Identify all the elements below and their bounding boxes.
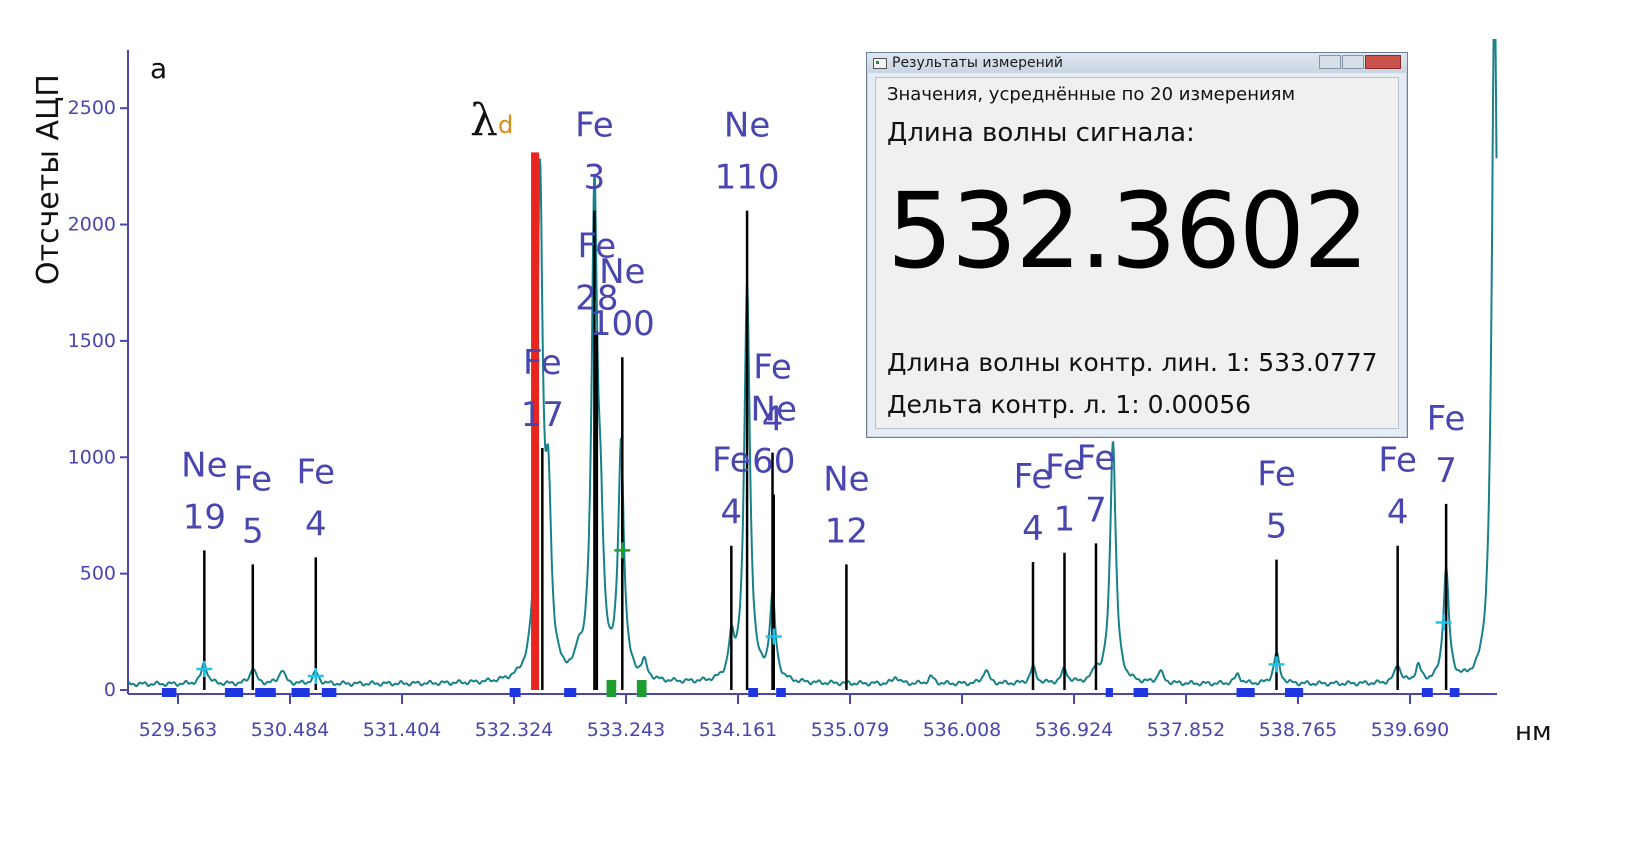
y-tick-label: 1000 bbox=[68, 446, 116, 468]
x-unit-label: нм bbox=[1515, 717, 1552, 747]
peak-marker bbox=[1268, 656, 1285, 673]
green-band bbox=[636, 680, 647, 697]
baseline-band bbox=[161, 688, 177, 697]
baseline-band bbox=[776, 688, 786, 697]
reference-element-label: Fe bbox=[1427, 399, 1466, 439]
y-axis-label: Отсчеты АЦП bbox=[31, 74, 66, 285]
baseline-band bbox=[1133, 688, 1149, 697]
reference-intensity-label: 7 bbox=[1435, 451, 1457, 491]
lambda-subscript: d bbox=[498, 111, 513, 139]
dialog-title: Результаты измерений bbox=[892, 55, 1063, 71]
reference-element-label: Ne bbox=[181, 445, 227, 485]
dialog-body: Значения, усреднённые по 20 измерениям Д… bbox=[875, 77, 1399, 429]
x-tick-label: 532.324 bbox=[475, 719, 554, 741]
baseline-band bbox=[255, 688, 276, 697]
reference-element-label: Fe bbox=[233, 459, 272, 499]
reference-element-label: Fe bbox=[1378, 441, 1417, 481]
x-tick-label: 535.079 bbox=[811, 719, 890, 741]
close-button[interactable] bbox=[1365, 55, 1401, 69]
reference-element-label: Fe bbox=[753, 348, 792, 388]
y-tick-label: 2500 bbox=[68, 97, 116, 119]
reference-element-label: Fe bbox=[523, 343, 562, 383]
minimize-button[interactable] bbox=[1319, 55, 1341, 69]
maximize-button[interactable] bbox=[1342, 55, 1364, 69]
reference-intensity-label: 12 bbox=[825, 511, 868, 551]
reference-element-label: Fe bbox=[575, 106, 614, 146]
x-tick-label: 529.563 bbox=[139, 719, 218, 741]
control-line-delta: Дельта контр. л. 1: 0.00056 bbox=[887, 390, 1252, 419]
reference-intensity-label: 5 bbox=[242, 511, 264, 551]
x-tick-label: 530.484 bbox=[251, 719, 330, 741]
reference-intensity-label: 4 bbox=[305, 504, 327, 544]
reference-intensity-label: 4 bbox=[762, 400, 784, 440]
panel-letter: a bbox=[150, 52, 167, 85]
baseline-band bbox=[1284, 688, 1304, 697]
reference-intensity-label: 4 bbox=[1387, 493, 1409, 533]
reference-intensity-label: 4 bbox=[721, 493, 743, 533]
reference-intensity-label: 3 bbox=[584, 158, 606, 198]
baseline-band bbox=[1421, 688, 1433, 697]
reference-intensity-label: 1 bbox=[1054, 500, 1076, 540]
baseline-band bbox=[509, 688, 521, 697]
reference-intensity-label: 110 bbox=[715, 158, 780, 198]
dialog-title-bar[interactable]: Результаты измерений bbox=[867, 53, 1407, 73]
peak-marker bbox=[196, 661, 213, 678]
x-tick-label: 536.008 bbox=[923, 719, 1002, 741]
y-tick-label: 1500 bbox=[68, 330, 116, 352]
window-icon bbox=[873, 57, 887, 69]
measurement-dialog[interactable]: Результаты измерений Значения, усреднённ… bbox=[866, 52, 1408, 438]
reference-intensity-label: 7 bbox=[1085, 490, 1107, 530]
reference-element-label: Fe bbox=[1077, 438, 1116, 478]
baseline-band bbox=[1105, 688, 1113, 697]
signal-wavelength-value: 532.3602 bbox=[887, 170, 1369, 292]
x-tick-label: 533.243 bbox=[587, 719, 666, 741]
averaging-note: Значения, усреднённые по 20 измерениям bbox=[887, 84, 1296, 105]
signal-wavelength-heading: Длина волны сигнала: bbox=[887, 118, 1195, 148]
reference-element-label: Ne bbox=[823, 459, 869, 499]
reference-element-label: Fe bbox=[712, 441, 751, 481]
reference-intensity-label: 17 bbox=[521, 395, 564, 435]
y-tick-label: 2000 bbox=[68, 214, 116, 236]
baseline-band bbox=[564, 688, 577, 697]
green-band bbox=[606, 680, 617, 697]
baseline-band bbox=[1236, 688, 1255, 697]
baseline-band bbox=[224, 688, 244, 697]
y-tick-label: 0 bbox=[104, 679, 116, 701]
reference-element-label: Fe bbox=[296, 452, 335, 492]
x-tick-label: 539.690 bbox=[1371, 719, 1450, 741]
x-tick-label: 536.924 bbox=[1035, 719, 1114, 741]
control-line-wavelength: Длина волны контр. лин. 1: 533.0777 bbox=[887, 348, 1378, 377]
x-tick-label: 531.404 bbox=[363, 719, 442, 741]
reference-intensity-label: 4 bbox=[1022, 509, 1044, 549]
x-tick-label: 534.161 bbox=[699, 719, 778, 741]
reference-element-label: Ne bbox=[599, 252, 645, 292]
x-tick-label: 538.765 bbox=[1259, 719, 1338, 741]
baseline-band bbox=[291, 688, 310, 697]
baseline-band bbox=[321, 688, 337, 697]
reference-intensity-label: 60 bbox=[752, 442, 795, 482]
reference-element-label: Ne bbox=[724, 106, 770, 146]
reference-element-label: Fe bbox=[1257, 455, 1296, 495]
x-tick-label: 537.852 bbox=[1147, 719, 1226, 741]
lambda-symbol: λ bbox=[470, 95, 498, 146]
baseline-band bbox=[1449, 688, 1460, 697]
reference-intensity-label: 5 bbox=[1266, 507, 1288, 547]
reference-intensity-label: 19 bbox=[183, 497, 226, 537]
reference-intensity-label: 100 bbox=[590, 304, 655, 344]
baseline-band bbox=[748, 688, 758, 697]
y-tick-label: 500 bbox=[80, 563, 116, 585]
